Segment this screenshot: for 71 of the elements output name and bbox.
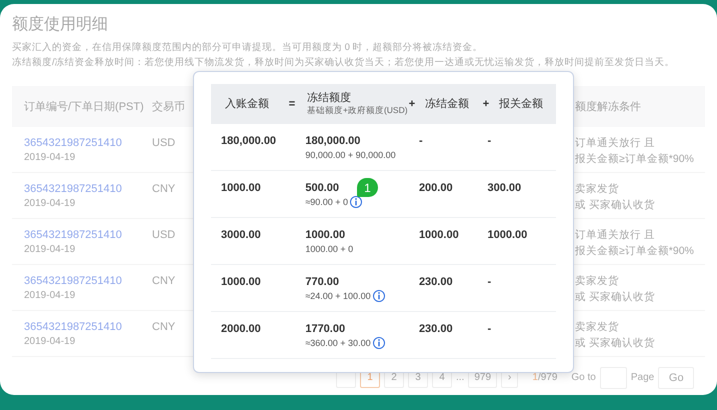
column-header: 入账金额 <box>224 96 270 112</box>
amount-text: 300.00 <box>487 181 522 195</box>
amount-text: - <box>487 322 492 336</box>
condition-text: 订单通关放行 且 <box>575 136 655 151</box>
breakdown-text: 90,000.00 + 90,000.00 <box>305 149 396 161</box>
amount-text: 1000.00 <box>418 228 460 242</box>
order-date: 2019-04-19 <box>24 197 76 211</box>
amount-text: 1000.00 <box>221 181 262 195</box>
currency-text: USD <box>152 136 176 151</box>
order-date: 2019-04-19 <box>24 289 76 303</box>
condition-text: 卖家发货 <box>575 320 619 335</box>
ellipsis-text: ... <box>456 371 464 385</box>
amount-text: 180,000.00 <box>305 134 360 148</box>
amount-text: 3000.00 <box>221 228 262 242</box>
order-date: 2019-04-19 <box>24 151 76 165</box>
currency-text: CNY <box>152 274 176 289</box>
condition-text: 报关金额≥订单金额*90% <box>575 152 694 167</box>
info-icon[interactable] <box>372 290 385 302</box>
condition-text: 或 买家确认收货 <box>575 198 655 213</box>
order-link[interactable]: 3654321987251410 <box>24 227 122 243</box>
amount-text: 1000.00 <box>305 228 346 242</box>
order-link[interactable]: 3654321987251410 <box>24 181 122 197</box>
current-page-text: 1 <box>532 371 538 385</box>
breakdown-text: ≈90.00 + 0 <box>305 196 348 208</box>
amount-text: 180,000.00 <box>221 134 278 148</box>
total-pages-text: /979 <box>538 371 558 385</box>
page-title: 额度使用明细 <box>12 15 109 35</box>
amount-text: - <box>487 134 492 148</box>
note-text: 冻结额度/冻结资金释放时间：若您使用线下物流发货，释放时间为买家确认收货当天；若您使用一达通或无忧运输发货，释放时间提前至发货日当天。 <box>12 56 676 69</box>
note-text: 买家汇入的资金，在信用保障额度范围内的部分可申请提现。当可用额度为 0 时，超额部分将被冻结资金。 <box>12 41 484 54</box>
column-header: 冻结金额 <box>424 96 470 112</box>
column-header: 报关金额 <box>498 96 544 112</box>
condition-text: 卖家发货 <box>575 182 619 197</box>
column-header: 交易币 <box>152 100 186 114</box>
step-badge: 1 <box>357 178 378 197</box>
go-button[interactable]: Go <box>658 367 694 389</box>
currency-text: CNY <box>152 320 176 335</box>
amount-text: 1770.00 <box>305 322 346 336</box>
breakdown-text: ≈24.00 + 100.00 <box>305 290 371 302</box>
amount-text: 1000.00 <box>221 275 262 289</box>
condition-text: 卖家发货 <box>575 274 619 289</box>
currency-text: USD <box>152 228 176 243</box>
amount-text: 2000.00 <box>221 322 262 336</box>
column-header: 额度解冻条件 <box>575 100 642 114</box>
column-header: 订单编号/下单日期(PST) <box>23 100 145 114</box>
amount-text: 230.00 <box>418 322 454 336</box>
operator-text: = <box>288 96 296 112</box>
amount-text: 200.00 <box>418 181 454 195</box>
info-icon[interactable] <box>372 337 385 349</box>
page-label: Page <box>630 371 654 385</box>
order-date: 2019-04-19 <box>24 335 76 349</box>
breakdown-text: ≈360.00 + 30.00 <box>305 337 371 349</box>
currency-text: CNY <box>152 182 176 197</box>
amount-text: 230.00 <box>418 275 454 289</box>
amount-text: 770.00 <box>305 275 339 289</box>
goto-label: Go to <box>571 371 596 385</box>
breakdown-text: 1000.00 + 0 <box>305 243 354 255</box>
amount-text: - <box>418 134 424 148</box>
amount-text: - <box>487 275 492 289</box>
order-link[interactable]: 3654321987251410 <box>24 135 122 151</box>
condition-text: 或 买家确认收货 <box>575 336 655 351</box>
order-link[interactable]: 3654321987251410 <box>24 319 122 335</box>
operator-text: + <box>482 96 490 112</box>
amount-text: 500.00 <box>305 181 339 195</box>
condition-text: 或 买家确认收货 <box>575 290 655 305</box>
condition-text: 报关金额≥订单金额*90% <box>575 244 694 259</box>
amount-text: 1000.00 <box>487 228 528 242</box>
order-date: 2019-04-19 <box>24 243 76 257</box>
column-header: 冻结额度 <box>307 92 352 105</box>
condition-text: 订单通关放行 且 <box>575 228 655 243</box>
order-link[interactable]: 3654321987251410 <box>24 273 122 289</box>
